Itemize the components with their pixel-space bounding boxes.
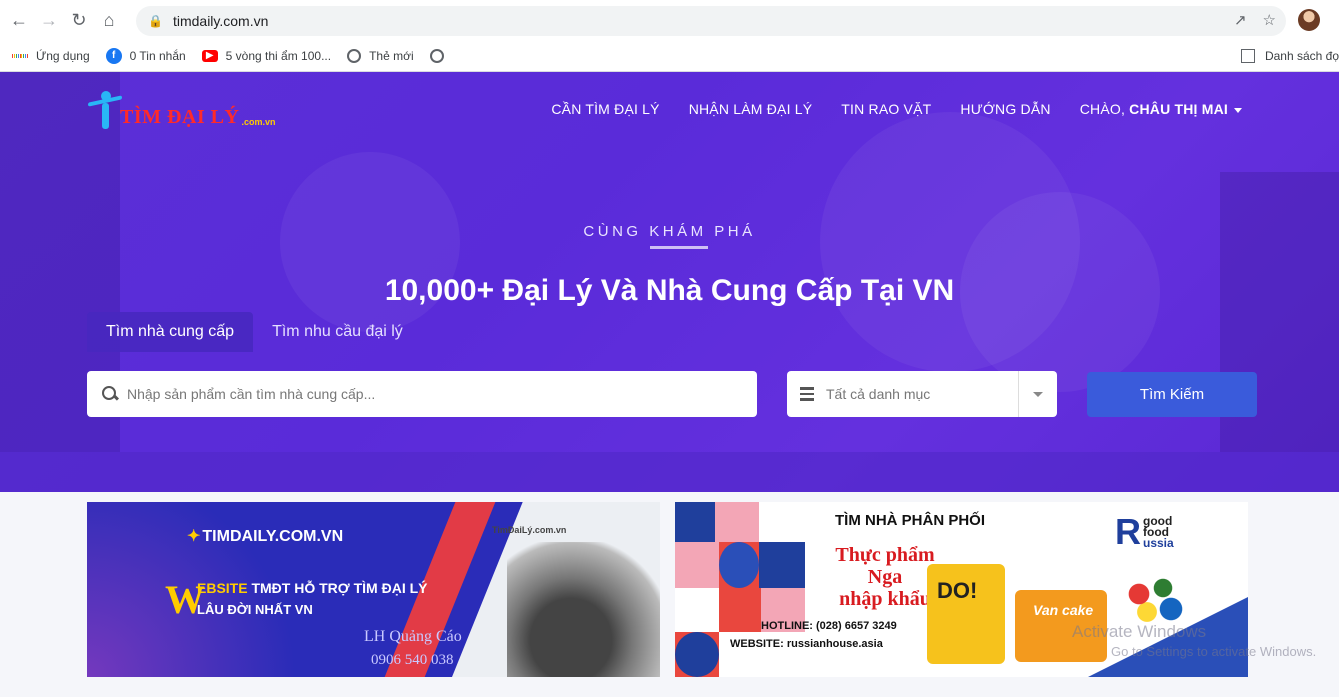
home-icon[interactable]: ⌂ [94,5,124,35]
bookmark-youtube[interactable]: ▶ 5 vòng thi ẩm 100... [201,48,332,63]
search-field[interactable] [87,371,757,417]
browser-toolbar: ← → ↻ ⌂ 🔒 timdaily.com.vn ↗ ☆ [0,0,1339,40]
facebook-icon: f [105,47,122,64]
bookmark-label: Thẻ mới [369,48,414,63]
search-input[interactable] [127,386,727,402]
reading-list[interactable]: Danh sách đọ [1240,48,1339,63]
url-text: timdaily.com.vn [172,13,269,29]
bookmark-label: Ứng dụng [36,48,90,63]
globe-icon [347,48,362,63]
hero-section: TÌM ĐẠI LÝ .com.vn CẦN TÌM ĐẠI LÝ NHẬN L… [0,72,1339,492]
bookmark-new-tab[interactable]: Thẻ mới [347,48,414,63]
banner-timdaily-ad[interactable]: ✦ TIMDAILY.COM.VN TimĐaiLý.com.vn W EBSIT… [87,502,660,677]
nav-nhan-lam-dai-ly[interactable]: NHẬN LÀM ĐẠI LÝ [689,101,813,117]
geometric-pattern [675,502,805,677]
candy-image [1115,570,1195,630]
banner-line1: EBSITE TMĐT HỖ TRỢ TÌM ĐẠI LÝ [197,580,428,596]
banner-kicker: TÌM NHÀ PHÂN PHỐI [835,512,985,529]
reading-list-icon [1240,48,1255,63]
list-icon [800,387,814,401]
kicker-underline [650,246,708,249]
lock-icon: 🔒 [148,14,163,28]
bookmark-star-icon[interactable]: ☆ [1263,11,1276,29]
bookmark-facebook[interactable]: f 0 Tin nhắn [105,47,186,64]
banner-hotline: HOTLINE: (028) 6657 3249 [761,620,897,632]
banner-website: WEBSITE: russianhouse.asia [730,638,883,650]
banner-line2: LÂU ĐỜI NHẤT VN [197,602,313,617]
logo-domain: .com.vn [241,117,276,127]
bookmark-label: 5 vòng thi ẩm 100... [225,48,332,63]
banner-small-brand: TimĐaiLý.com.vn [492,525,567,535]
logo-text: TÌM ĐẠI LÝ [120,106,240,128]
nav-can-tim-dai-ly[interactable]: CẦN TÌM ĐẠI LÝ [551,101,659,117]
greeting-prefix: CHÀO, [1079,101,1130,117]
windows-activation-watermark: Activate Windows Go to Settings to activ… [1072,622,1317,659]
caret-down-icon [1234,107,1242,113]
back-icon[interactable]: ← [4,5,34,35]
hero-headline: 10,000+ Đại Lý Và Nhà Cung Cấp Tại VN [384,274,955,307]
user-menu[interactable]: CHÀO, CHÂU THỊ MAI [1080,101,1242,117]
photographers-image [507,542,660,677]
dropdown-arrow-icon[interactable] [1019,391,1057,397]
share-icon[interactable]: ↗ [1234,11,1247,29]
logo-figure-icon: ✦ [187,528,201,545]
product-label-do: DO! [937,578,978,603]
tab-tim-nhu-cau-dai-ly[interactable]: Tìm nhu cầu đại lý [253,312,422,352]
search-button[interactable]: Tìm Kiếm [1087,372,1257,417]
bookmark-apps[interactable]: Ứng dụng [12,48,90,64]
youtube-icon: ▶ [201,49,218,62]
product-label-vancake: Van cake [1033,602,1094,618]
bookmarks-bar: Ứng dụng f 0 Tin nhắn ▶ 5 vòng thi ẩm 10… [0,40,1339,72]
banner-phone: 0906 540 038 [371,652,454,668]
address-bar[interactable]: 🔒 timdaily.com.vn ↗ ☆ [136,6,1286,36]
globe-icon [429,48,444,63]
nav-tin-rao-vat[interactable]: TIN RAO VẶT [841,101,931,117]
main-nav: CẦN TÌM ĐẠI LÝ NHẬN LÀM ĐẠI LÝ TIN RAO V… [522,101,1242,117]
forward-icon[interactable]: → [34,5,64,35]
apps-grid-icon [12,48,29,64]
tab-tim-nha-cung-cap[interactable]: Tìm nhà cung cấp [87,312,254,352]
banner-brand: ✦ TIMDAILY.COM.VN [187,528,344,545]
good-food-russia-logo: R good food ussia [1115,511,1174,552]
bookmark-label: 0 Tin nhắn [129,48,186,63]
logo-figure-icon [88,91,122,129]
search-icon [102,386,118,402]
user-name: CHÂU THỊ MAI [1129,101,1228,117]
hero-kicker: CÙNG KHÁM PHÁ [583,223,756,240]
reload-icon[interactable]: ↻ [64,5,94,35]
category-label: Tất cả danh mục [826,386,931,402]
banner-contact: LH Quảng Cáo [364,628,462,645]
site-logo[interactable]: TÌM ĐẠI LÝ .com.vn [88,91,275,129]
bookmark-globe[interactable] [429,48,452,63]
profile-avatar[interactable] [1298,9,1320,31]
nav-huong-dan[interactable]: HƯỚNG DẪN [960,101,1050,117]
category-select[interactable]: Tất cả danh mục [787,371,1057,417]
reading-list-label: Danh sách đọ [1264,48,1339,63]
search-tabs: Tìm nhà cung cấp Tìm nhu cầu đại lý [87,312,422,352]
